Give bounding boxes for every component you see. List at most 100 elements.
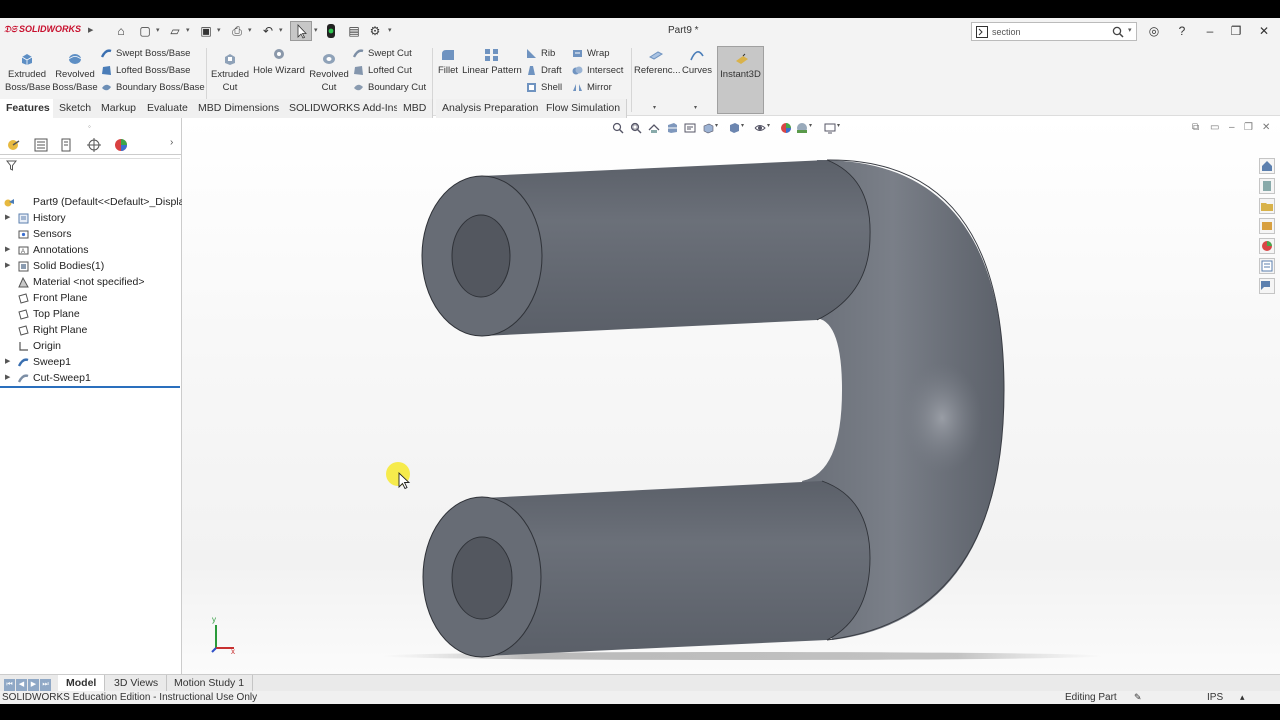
search-box[interactable]: ▾: [971, 22, 1137, 41]
fillet-button[interactable]: Fillet: [436, 48, 460, 77]
menu-expand-icon[interactable]: ▶: [88, 26, 93, 34]
tab-evaluate[interactable]: Evaluate: [141, 99, 195, 118]
tree-item-top-plane[interactable]: Top Plane: [0, 306, 182, 322]
user-account-icon[interactable]: ◎: [1146, 23, 1162, 39]
filter-icon[interactable]: [6, 160, 17, 171]
status-units-text[interactable]: IPS: [1207, 691, 1223, 704]
tree-item-sweep1[interactable]: ▶ Sweep1: [0, 354, 182, 370]
u-tube-model[interactable]: [382, 159, 1102, 660]
tree-item-origin[interactable]: Origin: [0, 338, 182, 354]
select-dropdown-icon[interactable]: ▾: [314, 26, 318, 34]
lofted-boss-button[interactable]: Lofted Boss/Base: [101, 63, 190, 78]
open-folder-icon[interactable]: ▱: [168, 24, 182, 38]
select-cursor-button[interactable]: [290, 21, 312, 41]
panel-tabs-next-icon[interactable]: ›: [170, 137, 173, 148]
panel-grip-icon[interactable]: ◦: [88, 122, 91, 131]
expand-arrow-icon[interactable]: ▶: [5, 354, 10, 370]
tree-item-front-plane[interactable]: Front Plane: [0, 290, 182, 306]
tab-model[interactable]: Model: [58, 675, 106, 691]
draft-button[interactable]: Draft: [526, 63, 562, 78]
revolved-cut-button[interactable]: Revolved Cut: [308, 48, 350, 94]
curves-dropdown-icon[interactable]: ▾: [694, 104, 697, 111]
expand-arrow-icon[interactable]: ▶: [5, 242, 10, 258]
last-tab-icon[interactable]: ⏭: [40, 679, 51, 691]
expand-arrow-icon[interactable]: ▶: [5, 370, 10, 386]
boundary-boss-button[interactable]: Boundary Boss/Base: [101, 80, 205, 95]
rib-button[interactable]: Rib: [526, 46, 555, 61]
feature-manager-tab-icon[interactable]: [4, 137, 26, 153]
tab-analysis-preparation[interactable]: Analysis Preparation: [436, 99, 546, 118]
home-icon[interactable]: ⌂: [114, 24, 128, 38]
help-icon[interactable]: ?: [1174, 23, 1190, 39]
swept-boss-button[interactable]: Swept Boss/Base: [101, 46, 190, 61]
intersect-button[interactable]: Intersect: [572, 63, 623, 78]
rebuild-pencil-icon[interactable]: ✎: [1134, 691, 1142, 704]
hole-wizard-button[interactable]: Hole Wizard: [253, 48, 305, 77]
minimize-window-icon[interactable]: –: [1202, 23, 1218, 39]
tree-item-material-not-specified[interactable]: Material <not specified>: [0, 274, 182, 290]
options-gear-icon[interactable]: ⚙: [368, 24, 382, 38]
tree-item-sensors[interactable]: Sensors: [0, 226, 182, 242]
file-properties-icon[interactable]: ▤: [347, 24, 361, 38]
rollback-bar[interactable]: [0, 386, 180, 388]
tab-features[interactable]: Features: [0, 99, 57, 118]
dimxpert-manager-tab-icon[interactable]: [83, 137, 105, 153]
tab-mbd-dimensions[interactable]: MBD Dimensions: [192, 99, 287, 118]
tab-mbd[interactable]: MBD: [397, 99, 434, 118]
new-document-icon[interactable]: ▢: [138, 24, 152, 38]
model-svg[interactable]: y x: [182, 118, 1280, 674]
restore-window-icon[interactable]: ❐: [1228, 23, 1244, 39]
revolved-boss-button[interactable]: Revolved Boss/Base: [52, 48, 98, 94]
tab-3d-views[interactable]: 3D Views: [106, 675, 168, 691]
tree-item-cut-sweep1[interactable]: ▶ Cut-Sweep1: [0, 370, 182, 386]
next-tab-icon[interactable]: ▶: [28, 679, 39, 691]
close-window-icon[interactable]: ✕: [1256, 23, 1272, 39]
first-tab-icon[interactable]: ⏮: [4, 679, 15, 691]
tree-item-annotations[interactable]: ▶ A Annotations: [0, 242, 182, 258]
tree-root-part[interactable]: Part9 (Default<<Default>_Displa: [0, 194, 182, 210]
print-icon[interactable]: ⎙: [230, 24, 244, 38]
linear-pattern-button[interactable]: Linear Pattern: [462, 48, 522, 77]
tab-sketch[interactable]: Sketch: [53, 99, 99, 118]
search-input[interactable]: [992, 25, 1102, 38]
print-dropdown-icon[interactable]: ▾: [248, 26, 252, 34]
mirror-button[interactable]: Mirror: [572, 80, 612, 95]
undo-dropdown-icon[interactable]: ▾: [279, 26, 283, 34]
extruded-cut-button[interactable]: Extruded Cut: [209, 48, 251, 94]
lofted-cut-button[interactable]: Lofted Cut: [353, 63, 412, 78]
reference-geometry-button[interactable]: Referenc...: [634, 48, 680, 77]
prev-tab-icon[interactable]: ◀: [16, 679, 27, 691]
swept-cut-button[interactable]: Swept Cut: [353, 46, 412, 61]
tree-item-solid-bodies-1[interactable]: ▶ Solid Bodies(1): [0, 258, 182, 274]
tree-item-right-plane[interactable]: Right Plane: [0, 322, 182, 338]
display-manager-tab-icon[interactable]: [110, 137, 132, 153]
open-dropdown-icon[interactable]: ▾: [186, 26, 190, 34]
graphics-area[interactable]: ▾ ▾ ▾ ▾ ▾ ⧉ ▭ – ❐ ✕ y x: [182, 118, 1280, 674]
search-icon[interactable]: [1112, 26, 1124, 38]
tree-item-history[interactable]: ▶ History: [0, 210, 182, 226]
search-dropdown-icon[interactable]: ▾: [1128, 26, 1132, 34]
save-dropdown-icon[interactable]: ▾: [217, 26, 221, 34]
boundary-cut-button[interactable]: Boundary Cut: [353, 80, 426, 95]
expand-arrow-icon[interactable]: ▶: [5, 258, 10, 274]
undo-icon[interactable]: ↶: [261, 24, 275, 38]
rebuild-traffic-light-icon[interactable]: [326, 23, 336, 39]
save-icon[interactable]: ▣: [199, 24, 213, 38]
extruded-boss-button[interactable]: Extruded Boss/Base: [5, 48, 50, 94]
curves-button[interactable]: Curves: [681, 48, 713, 77]
configuration-manager-tab-icon[interactable]: [56, 137, 78, 153]
new-dropdown-icon[interactable]: ▾: [156, 26, 160, 34]
tab-markup[interactable]: Markup: [95, 99, 144, 118]
reference-dropdown-icon[interactable]: ▾: [653, 104, 656, 111]
tab-solidworks-add-ins[interactable]: SOLIDWORKS Add-Ins: [283, 99, 406, 118]
shell-button[interactable]: Shell: [526, 80, 562, 95]
options-dropdown-icon[interactable]: ▾: [388, 26, 392, 34]
expand-arrow-icon[interactable]: ▶: [5, 210, 10, 226]
property-manager-tab-icon[interactable]: [30, 137, 52, 153]
instant3d-button[interactable]: Instant3D: [717, 46, 764, 114]
units-dropdown-icon[interactable]: ▴: [1240, 691, 1245, 704]
tab-scroll-arrows[interactable]: ⏮ ◀ ▶ ⏭: [4, 677, 54, 691]
wrap-button[interactable]: Wrap: [572, 46, 610, 61]
tab-flow-simulation[interactable]: Flow Simulation: [540, 99, 628, 118]
tab-motion-study-1[interactable]: Motion Study 1: [166, 675, 254, 691]
